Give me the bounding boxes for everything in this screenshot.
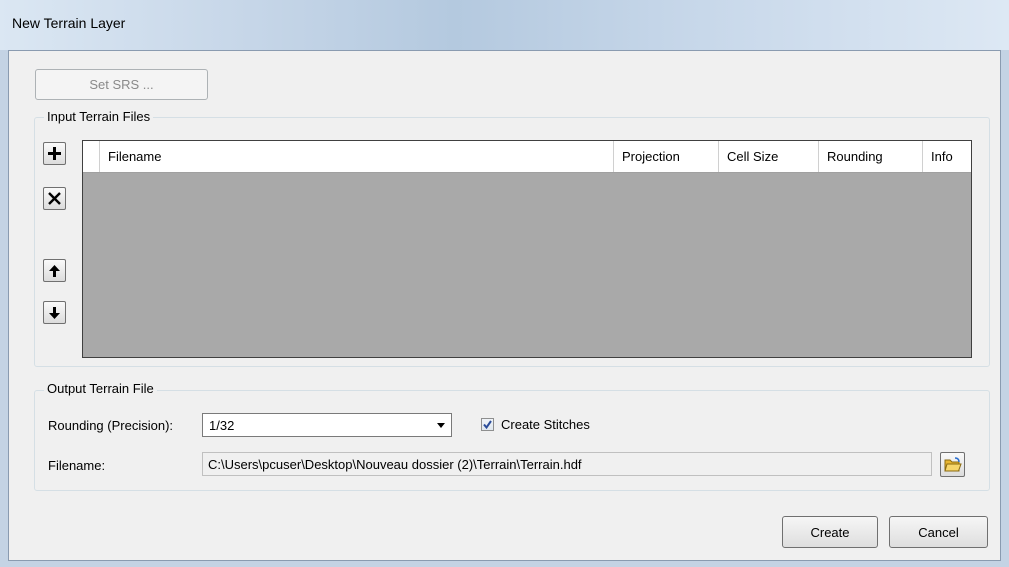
title-bar[interactable]: New Terrain Layer [0,0,1009,50]
input-terrain-files-title: Input Terrain Files [44,109,154,124]
move-up-icon [49,264,60,277]
column-header-cell-size[interactable]: Cell Size [719,141,819,172]
grid-header: Filename Projection Cell Size Rounding I… [83,141,971,173]
create-stitches-checkbox[interactable] [481,418,494,431]
folder-open-icon [943,456,962,471]
add-file-button[interactable] [43,142,66,165]
rounding-label: Rounding (Precision): [48,418,174,433]
checkmark-icon [483,420,492,430]
column-header-info[interactable]: Info [923,141,971,172]
remove-file-button[interactable] [43,187,66,210]
move-up-button[interactable] [43,259,66,282]
output-filename-value: C:\Users\pcuser\Desktop\Nouveau dossier … [208,457,582,472]
window-title: New Terrain Layer [12,15,126,31]
add-icon [48,147,61,160]
create-button[interactable]: Create [782,516,878,548]
rounding-select[interactable]: 1/32 [202,413,452,437]
create-stitches-label[interactable]: Create Stitches [501,417,590,432]
filename-label: Filename: [48,458,106,473]
output-filename-field[interactable]: C:\Users\pcuser\Desktop\Nouveau dossier … [202,452,932,476]
output-terrain-file-title: Output Terrain File [44,381,157,396]
window-frame-right [1001,50,1009,567]
cancel-button[interactable]: Cancel [889,516,988,548]
set-srs-button[interactable]: Set SRS ... [35,69,208,100]
column-header-projection[interactable]: Projection [614,141,719,172]
browse-button[interactable] [940,452,965,477]
column-header-filename[interactable]: Filename [100,141,614,172]
window-frame-bottom [0,561,1009,567]
row-header-column [83,141,100,172]
rounding-value: 1/32 [209,418,235,433]
remove-icon [48,192,61,205]
column-header-rounding[interactable]: Rounding [819,141,923,172]
move-down-button[interactable] [43,301,66,324]
window-frame-left [0,50,8,567]
move-down-icon [49,306,60,319]
input-files-grid[interactable]: Filename Projection Cell Size Rounding I… [82,140,972,358]
dropdown-arrow-icon [437,423,445,428]
